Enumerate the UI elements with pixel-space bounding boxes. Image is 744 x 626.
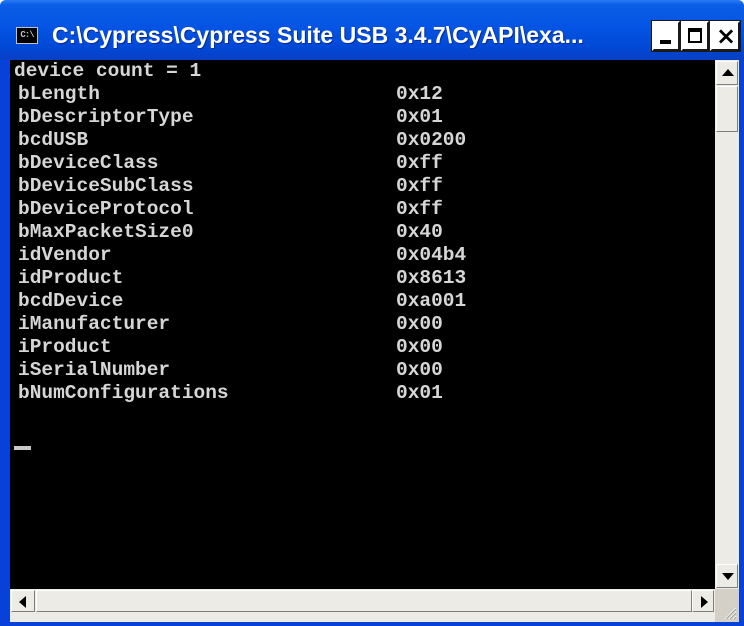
horizontal-scroll-thumb[interactable] (36, 590, 692, 612)
descriptor-field-name: bcdUSB (18, 129, 89, 151)
client-area: device count = 1 bLength 0x12 bDescriptorT… (10, 60, 739, 622)
resize-grip-icon (724, 607, 737, 620)
descriptor-field-value: 0x8613 (396, 267, 467, 289)
console-line: bLength 0x12 (14, 83, 714, 106)
descriptor-field-value: 0xa001 (396, 290, 467, 312)
text-cursor (14, 446, 31, 450)
window-title: C:\Cypress\Cypress Suite USB 3.4.7\CyAPI… (52, 22, 584, 48)
console-line: idProduct 0x8613 (14, 267, 714, 290)
console-line: iManufacturer 0x00 (14, 313, 714, 336)
horizontal-scrollbar[interactable] (10, 589, 715, 622)
descriptor-field-name: bLength (18, 83, 100, 105)
descriptor-field-value: 0x00 (396, 313, 443, 335)
descriptor-field-name: bDescriptorType (18, 106, 194, 128)
descriptor-field-value: 0xff (396, 175, 443, 197)
resize-grip[interactable] (715, 589, 739, 622)
descriptor-field-name: bNumConfigurations (18, 382, 229, 404)
up-arrow-icon (722, 69, 734, 76)
console-output[interactable]: device count = 1 bLength 0x12 bDescriptorT… (10, 60, 715, 589)
descriptor-field-value: 0x01 (396, 106, 443, 128)
descriptor-field-name: bDeviceClass (18, 152, 159, 174)
descriptor-field-name: iProduct (18, 336, 112, 358)
descriptor-field-value: 0xff (396, 198, 443, 220)
left-arrow-icon (19, 596, 26, 608)
descriptor-field-name: idVendor (18, 244, 112, 266)
console-line: bDescriptorType 0x01 (14, 106, 714, 129)
descriptor-field-value: 0x12 (396, 83, 443, 105)
scroll-left-button[interactable] (11, 590, 35, 612)
device-count-line: device count = 1 (14, 60, 202, 82)
descriptor-field-name: bcdDevice (18, 290, 124, 312)
descriptor-field-value: 0x04b4 (396, 244, 467, 266)
descriptor-field-value: 0x00 (396, 359, 443, 381)
vertical-scroll-thumb[interactable] (716, 86, 738, 132)
descriptor-field-value: 0x00 (396, 336, 443, 358)
descriptor-field-name: iSerialNumber (18, 359, 171, 381)
vertical-scrollbar[interactable] (715, 60, 739, 589)
down-arrow-icon (722, 573, 734, 580)
descriptor-field-name: bDeviceSubClass (18, 175, 194, 197)
descriptor-field-value: 0x0200 (396, 129, 467, 151)
console-icon[interactable]: C:\ (16, 27, 38, 44)
scroll-down-button[interactable] (716, 564, 738, 588)
scroll-up-button[interactable] (716, 61, 738, 85)
maximize-icon (688, 28, 702, 43)
console-line: bDeviceProtocol 0xff (14, 198, 714, 221)
close-icon: × (715, 22, 737, 50)
console-line: bMaxPacketSize0 0x40 (14, 221, 714, 244)
minimize-icon (660, 40, 671, 44)
right-arrow-icon (701, 596, 708, 608)
console-window: C:\ C:\Cypress\Cypress Suite USB 3.4.7\C… (0, 0, 744, 626)
console-line: idVendor 0x04b4 (14, 244, 714, 267)
scroll-right-button[interactable] (692, 590, 714, 612)
console-line: bDeviceSubClass 0xff (14, 175, 714, 198)
title-bar[interactable]: C:\ C:\Cypress\Cypress Suite USB 3.4.7\C… (0, 0, 744, 60)
console-line: iSerialNumber 0x00 (14, 359, 714, 382)
descriptor-field-name: bMaxPacketSize0 (18, 221, 194, 243)
descriptor-field-name: bDeviceProtocol (18, 198, 194, 220)
descriptor-field-value: 0xff (396, 152, 443, 174)
console-line: bcdUSB 0x0200 (14, 129, 714, 152)
descriptor-field-name: iManufacturer (18, 313, 171, 335)
descriptor-field-value: 0x01 (396, 382, 443, 404)
maximize-button[interactable] (680, 20, 710, 52)
console-line: iProduct 0x00 (14, 336, 714, 359)
close-button[interactable]: × (709, 20, 741, 52)
minimize-button[interactable] (651, 20, 681, 52)
console-line: bDeviceClass 0xff (14, 152, 714, 175)
console-line: bcdDevice 0xa001 (14, 290, 714, 313)
descriptor-field-value: 0x40 (396, 221, 443, 243)
descriptor-field-name: idProduct (18, 267, 124, 289)
console-line: bNumConfigurations 0x01 (14, 382, 714, 405)
